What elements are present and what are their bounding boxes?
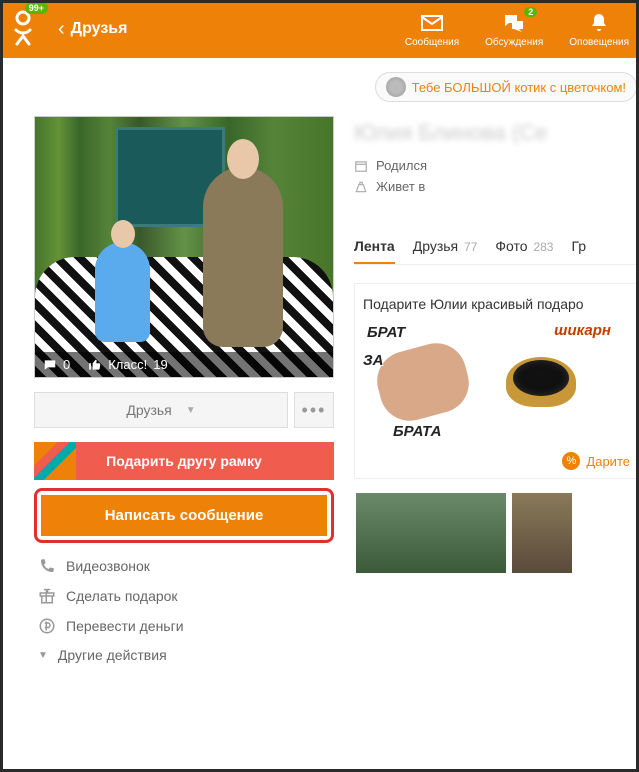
right-column: Юлия Блинова (Се Родился Живет в Лента Д… [354, 116, 639, 669]
sticker-brat[interactable]: БРАТ ЗА БРАТА [363, 322, 483, 442]
calendar-icon [354, 159, 368, 173]
header-title[interactable]: Друзья [71, 20, 128, 38]
nav-notifications-label: Оповещения [569, 37, 629, 48]
photo-thumb[interactable] [356, 493, 506, 573]
cat-icon [386, 77, 406, 97]
more-button[interactable]: ••• [294, 392, 334, 428]
profile-photo[interactable]: 0 Класс! 19 [34, 116, 334, 378]
ok-logo[interactable]: 99+ [10, 8, 36, 51]
nav-messages[interactable]: Сообщения [405, 11, 459, 48]
info-born: Родился [354, 158, 639, 173]
action-more-label: Другие действия [58, 647, 167, 663]
photo-strip [354, 493, 639, 573]
location-icon [354, 180, 368, 194]
action-money[interactable]: Перевести деньги [34, 611, 334, 641]
gift-percent-icon: % [562, 452, 580, 470]
gift-suggestion-block: Подарите Юлии красивый подаро БРАТ ЗА БР… [354, 283, 639, 479]
photo-stats-bar: 0 Класс! 19 [35, 352, 333, 377]
tab-photo[interactable]: Фото 283 [495, 230, 553, 264]
money-icon [38, 617, 56, 635]
gift-block-title: Подарите Юлии красивый подаро [363, 296, 630, 312]
write-message-button[interactable]: Написать сообщение [41, 495, 327, 536]
info-lives-label: Живет в [376, 179, 425, 194]
info-lives: Живет в [354, 179, 639, 194]
comment-icon [43, 358, 57, 372]
tab-groups[interactable]: Гр [571, 230, 586, 264]
sticker-caviar[interactable]: шикарн [491, 322, 611, 442]
photo-thumb[interactable] [512, 493, 572, 573]
profile-tabs: Лента Друзья 77 Фото 283 Гр [354, 230, 639, 265]
action-list: Видеозвонок Сделать подарок Перевести де… [34, 551, 334, 669]
envelope-icon [420, 11, 444, 35]
nav-notifications[interactable]: Оповещения [569, 11, 629, 48]
action-gift[interactable]: Сделать подарок [34, 581, 334, 611]
action-videocall-label: Видеозвонок [66, 558, 150, 574]
action-money-label: Перевести деньги [66, 618, 184, 634]
write-message-highlight: Написать сообщение [34, 488, 334, 543]
chevron-down-icon: ▼ [186, 405, 196, 416]
action-gift-label: Сделать подарок [66, 588, 178, 604]
left-column: 0 Класс! 19 Друзья ▼ ••• Подарить другу … [34, 116, 334, 669]
tab-friends[interactable]: Друзья 77 [413, 230, 478, 264]
action-videocall[interactable]: Видеозвонок [34, 551, 334, 581]
like-count: 19 [153, 357, 167, 372]
profile-name: Юлия Блинова (Се [354, 120, 639, 146]
discussions-icon [502, 11, 526, 35]
discussions-badge: 2 [524, 7, 537, 17]
like-label[interactable]: Класс! [108, 357, 147, 372]
nav-discussions-label: Обсуждения [485, 37, 543, 48]
app-header: 99+ ‹ Друзья Сообщения 2 Обсуждения Опов… [0, 0, 639, 58]
thumb-up-icon [88, 358, 102, 372]
gift-frame-label: Подарить другу рамку [106, 453, 262, 469]
back-chevron-icon[interactable]: ‹ [58, 18, 65, 41]
nav-messages-label: Сообщения [405, 37, 459, 48]
write-message-label: Написать сообщение [105, 507, 264, 524]
promo-bar: Тебе БОЛЬШОЙ котик с цветочком! [0, 58, 639, 108]
action-more[interactable]: ▼ Другие действия [34, 641, 334, 669]
promo-text: Тебе БОЛЬШОЙ котик с цветочком! [412, 80, 626, 95]
gift-footer-label: Дарите [586, 454, 630, 469]
gift-icon [38, 587, 56, 605]
info-born-label: Родился [376, 158, 427, 173]
promo-pill[interactable]: Тебе БОЛЬШОЙ котик с цветочком! [375, 72, 637, 102]
tab-feed[interactable]: Лента [354, 230, 395, 264]
chevron-down-icon: ▼ [38, 650, 48, 661]
gift-footer[interactable]: % Дарите [363, 452, 630, 470]
friends-dropdown-label: Друзья [126, 402, 171, 418]
bell-icon [587, 11, 611, 35]
friends-dropdown[interactable]: Друзья ▼ [34, 392, 288, 428]
nav-discussions[interactable]: 2 Обсуждения [485, 11, 543, 48]
phone-icon [38, 557, 56, 575]
events-badge: 99+ [25, 2, 48, 14]
comment-count[interactable]: 0 [63, 357, 70, 372]
gift-frame-button[interactable]: Подарить другу рамку [34, 442, 334, 480]
